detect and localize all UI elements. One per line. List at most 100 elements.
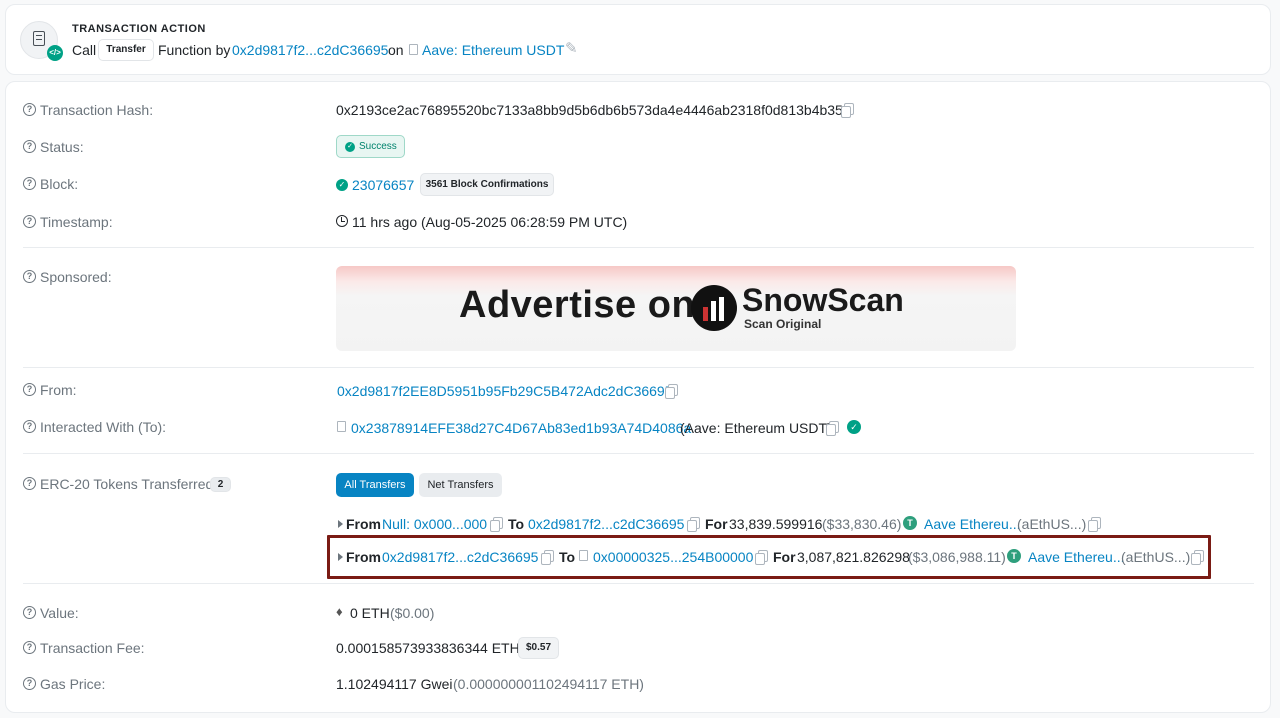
contract-doc-icon: [579, 550, 588, 561]
transfer-to-label: To: [508, 516, 525, 532]
transfer-usd: ($3,086,988.11): [908, 549, 1006, 565]
transfer-to-label: To: [559, 549, 576, 565]
block-confirmations-badge: 3561 Block Confirmations: [420, 173, 554, 196]
value-label: Value:: [40, 605, 79, 621]
copy-icon[interactable]: [1191, 550, 1204, 565]
help-icon[interactable]: ?: [23, 103, 36, 116]
help-icon[interactable]: ?: [23, 383, 36, 396]
gas-price-eth: (0.000000001102494117 ETH): [453, 676, 644, 692]
status-label: Status:: [40, 139, 84, 155]
to-address-link[interactable]: 0x23878914EFE38d27C4D67Ab83ed1b93A74D408…: [351, 420, 691, 436]
gas-price-label: Gas Price:: [40, 676, 106, 692]
transfer-token-symbol: (aEthUS...): [1121, 549, 1191, 565]
tab-net-transfers[interactable]: Net Transfers: [419, 473, 502, 497]
transaction-details-card: ? Transaction Hash: 0x2193ce2ac76895520b…: [5, 81, 1271, 713]
transfer-for-label: For: [773, 549, 796, 565]
transfer-token-link[interactable]: Aave Ethereu...: [1028, 549, 1125, 565]
copy-icon[interactable]: [490, 517, 503, 532]
gas-price-value: 1.102494117 Gwei: [336, 676, 453, 692]
help-icon[interactable]: ?: [23, 420, 36, 433]
ad-text: Advertise on: [459, 284, 696, 326]
to-contract-name: (Aave: Ethereum USDT): [680, 420, 832, 436]
transfer-token-link[interactable]: Aave Ethereu...: [924, 516, 1021, 532]
erc20-count-badge: 2: [210, 477, 231, 492]
contract-doc-icon: [409, 44, 418, 55]
copy-icon[interactable]: [1088, 517, 1101, 532]
transfer-from-link[interactable]: 0x2d9817f2...c2dC36695: [382, 549, 538, 565]
value-usd: ($0.00): [390, 605, 435, 621]
transfer-amount: 33,839.599916: [729, 516, 823, 532]
tab-all-transfers[interactable]: All Transfers: [336, 473, 414, 497]
interacted-with-label: Interacted With (To):: [40, 419, 167, 435]
from-address-link[interactable]: 0x2d9817f2EE8D5951b95Fb29C5B472Adc2dC366…: [337, 383, 673, 399]
divider: [23, 247, 1254, 248]
block-label: Block:: [40, 176, 79, 192]
copy-icon[interactable]: [665, 384, 678, 399]
edit-pencil-icon[interactable]: ✎: [565, 39, 578, 57]
from-label: From:: [40, 382, 77, 398]
transfer-amount: 3,087,821.826298: [797, 549, 910, 565]
fee-usd-badge: $0.57: [518, 637, 559, 659]
value-amount: 0 ETH: [350, 605, 390, 621]
copy-icon[interactable]: [541, 550, 554, 565]
method-badge: Transfer: [98, 39, 154, 61]
copy-icon[interactable]: [841, 103, 854, 118]
copy-icon[interactable]: [755, 550, 768, 565]
on-text: on: [388, 42, 404, 58]
status-badge: ✓ Success: [336, 135, 405, 158]
tx-action-icon: </>: [20, 21, 63, 61]
function-by-text: Function by: [158, 42, 231, 58]
block-number-link[interactable]: 23076657: [352, 177, 414, 193]
tether-token-icon: T: [903, 516, 917, 530]
copy-icon[interactable]: [687, 517, 700, 532]
transfer-from-label: From: [346, 549, 381, 565]
function-from-address-link[interactable]: 0x2d9817f2...c2dC36695: [232, 42, 388, 58]
help-icon[interactable]: ?: [23, 606, 36, 619]
transfer-token-symbol: (aEthUS...): [1017, 516, 1087, 532]
verified-check-icon: ✓: [847, 420, 861, 434]
check-circle-icon: ✓: [345, 142, 355, 152]
status-text: Success: [359, 141, 397, 152]
tx-hash-value: 0x2193ce2ac76895520bc7133a8bb9d5b6db6b57…: [336, 102, 843, 118]
help-icon[interactable]: ?: [23, 641, 36, 654]
help-icon[interactable]: ?: [23, 140, 36, 153]
help-icon[interactable]: ?: [23, 477, 36, 490]
transfer-for-label: For: [705, 516, 728, 532]
transfer-from-link[interactable]: Null: 0x000...000: [382, 516, 487, 532]
copy-icon[interactable]: [826, 421, 839, 436]
tether-token-icon: T: [1007, 549, 1021, 563]
contract-name-link[interactable]: Aave: Ethereum USDT: [422, 42, 564, 58]
transaction-action-card: </> TRANSACTION ACTION Call Transfer Fun…: [5, 4, 1271, 75]
tx-action-title: TRANSACTION ACTION: [72, 23, 206, 35]
ad-tagline: Scan Original: [744, 317, 822, 331]
sponsored-label: Sponsored:: [40, 269, 112, 285]
divider: [23, 453, 1254, 454]
help-icon[interactable]: ?: [23, 177, 36, 190]
snowscan-logo-icon: [691, 285, 737, 331]
transfer-from-label: From: [346, 516, 381, 532]
chevron-right-icon: [338, 553, 343, 561]
fee-value: 0.000158573933836344 ETH: [336, 640, 520, 656]
clock-icon: [336, 215, 348, 227]
help-icon[interactable]: ?: [23, 270, 36, 283]
tx-hash-label: Transaction Hash:: [40, 102, 154, 118]
sponsored-ad-banner[interactable]: Advertise on SnowScan Scan Original: [336, 266, 1016, 351]
transfer-usd: ($33,830.46): [822, 516, 902, 532]
divider: [23, 583, 1254, 584]
fee-label: Transaction Fee:: [40, 640, 145, 656]
transfer-to-link[interactable]: 0x2d9817f2...c2dC36695: [528, 516, 684, 532]
timestamp-label: Timestamp:: [40, 214, 113, 230]
divider: [23, 367, 1254, 368]
code-badge-icon: </>: [47, 45, 63, 61]
help-icon[interactable]: ?: [23, 215, 36, 228]
chevron-right-icon: [338, 520, 343, 528]
timestamp-value: 11 hrs ago (Aug-05-2025 06:28:59 PM UTC): [352, 214, 628, 230]
ad-brand: SnowScan: [742, 282, 904, 318]
contract-doc-icon: [337, 421, 346, 432]
help-icon[interactable]: ?: [23, 677, 36, 690]
eth-diamond-icon: ♦: [336, 604, 343, 619]
erc20-label: ERC-20 Tokens Transferred:: [40, 476, 218, 492]
call-text: Call: [72, 42, 97, 58]
transfer-to-link[interactable]: 0x00000325...254B00000: [593, 549, 753, 565]
block-check-icon: ✓: [336, 179, 348, 191]
